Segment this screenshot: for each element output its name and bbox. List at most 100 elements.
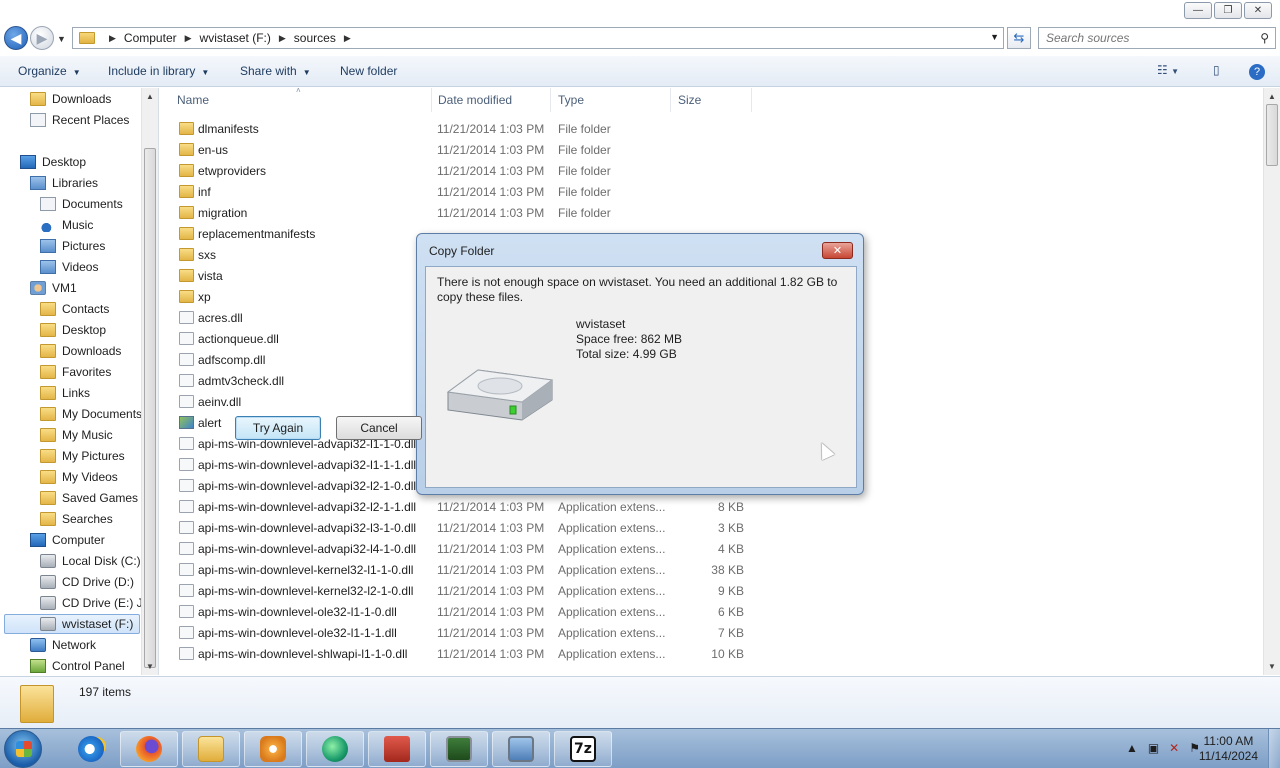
file-row[interactable]: api-ms-win-downlevel-advapi32-l3-1-0.dll… [169,518,1249,539]
address-dropdown-icon[interactable]: ▼ [990,32,999,42]
nav-item-network[interactable]: Network [30,635,96,655]
taskbar-app-media-player[interactable] [244,731,302,767]
nav-item-control-panel[interactable]: Control Panel [30,656,125,675]
taskbar-app-toolbox[interactable] [368,731,426,767]
help-button[interactable]: ? [1249,64,1265,80]
file-row[interactable]: api-ms-win-downlevel-kernel32-l1-1-0.dll… [169,560,1249,581]
nav-item-computer[interactable]: Computer [30,530,105,550]
scrollbar-thumb[interactable] [144,148,156,668]
address-bar[interactable]: ▶ Computer ▶ wvistaset (F:) ▶ sources ▶ … [72,27,1004,49]
scroll-up-icon[interactable]: ▲ [146,92,154,101]
search-box[interactable]: ⚲ [1038,27,1276,49]
nav-item-videos[interactable]: Videos [40,257,98,277]
nav-item-recent-places[interactable]: Recent Places [30,110,129,130]
file-row[interactable]: etwproviders 11/21/2014 1:03 PM File folde… [169,161,1249,182]
nav-item-vm1[interactable]: VM1 [30,278,77,298]
start-button[interactable] [4,730,42,768]
nav-item-my-music[interactable]: My Music [40,425,113,445]
taskbar-app-green-globe[interactable] [306,731,364,767]
show-desktop-button[interactable] [1268,729,1280,768]
dialog-close-button[interactable]: ✕ [822,242,853,259]
breadcrumb-chevron-icon[interactable]: ▶ [279,33,286,44]
taskbar-app-firefox[interactable] [120,731,178,767]
taskbar-app-system-monitor[interactable] [430,731,488,767]
file-row[interactable]: api-ms-win-downlevel-ole32-l1-1-1.dll 11/… [169,623,1249,644]
breadcrumb-sources[interactable]: sources [294,31,336,45]
file-row[interactable]: api-ms-win-downlevel-advapi32-l4-1-0.dll… [169,539,1249,560]
nav-item-contacts[interactable]: Contacts [40,299,109,319]
dll-file-icon [179,521,194,534]
file-row[interactable]: migration 11/21/2014 1:03 PM File folder [169,203,1249,224]
nav-item-user-desktop[interactable]: Desktop [40,320,106,340]
preview-pane-button[interactable]: ▯ [1213,63,1220,77]
navigation-pane-scrollbar[interactable]: ▲ ▼ [141,88,158,675]
file-row[interactable]: api-ms-win-downlevel-advapi32-l2-1-1.dll… [169,497,1249,518]
nav-item-libraries[interactable]: Libraries [30,173,98,193]
forward-button[interactable]: ▶ [30,26,54,50]
volume-muted-icon[interactable]: ✕ [1169,741,1179,755]
network-tray-icon[interactable]: ▣ [1148,741,1159,755]
nav-item-saved-games[interactable]: Saved Games [40,488,138,508]
close-button[interactable]: ✕ [1244,2,1272,19]
nav-item-my-pictures[interactable]: My Pictures [40,446,125,466]
recent-pages-dropdown[interactable]: ▼ [57,34,66,44]
breadcrumb-chevron-icon[interactable]: ▶ [109,33,116,44]
file-row[interactable]: api-ms-win-downlevel-ole32-l1-1-0.dll 11/… [169,602,1249,623]
try-again-button[interactable]: Try Again [235,416,321,440]
caption-buttons: — ❐ ✕ [1184,2,1272,19]
nav-item-wvistaset-f[interactable]: wvistaset (F:) [4,614,140,634]
nav-item-user-downloads[interactable]: Downloads [40,341,121,361]
scroll-up-icon[interactable]: ▲ [1268,92,1276,101]
nav-item-links[interactable]: Links [40,383,90,403]
share-with-menu[interactable]: Share with ▼ [240,64,311,78]
desktop-icon [20,155,36,169]
breadcrumb-computer[interactable]: Computer [124,31,177,45]
back-button[interactable]: ◀ [4,26,28,50]
scroll-down-icon[interactable]: ▼ [146,662,154,671]
column-header-size[interactable]: Size [670,88,752,112]
new-folder-button[interactable]: New folder [340,64,397,78]
nav-item-my-documents[interactable]: My Documents [40,404,142,424]
file-list-scrollbar[interactable]: ▲ ▼ [1263,88,1280,675]
organize-menu[interactable]: Organize ▼ [18,64,81,78]
taskbar-app-computer-network[interactable] [492,731,550,767]
change-view-button[interactable]: ☷ ▼ [1157,63,1179,77]
nav-item-cd-drive-e[interactable]: CD Drive (E:) J_ [40,593,149,613]
search-input[interactable] [1046,31,1246,45]
nav-item-downloads[interactable]: Downloads [30,89,111,109]
nav-item-desktop[interactable]: Desktop [20,152,86,172]
file-row[interactable]: api-ms-win-downlevel-kernel32-l2-1-0.dll… [169,581,1249,602]
breadcrumb-chevron-icon[interactable]: ▶ [185,33,192,44]
file-row[interactable]: en-us 11/21/2014 1:03 PM File folder [169,140,1249,161]
taskbar-app-internet-explorer[interactable] [62,731,120,767]
column-header-type[interactable]: Type [550,88,671,112]
system-clock[interactable]: 11:00 AM 11/14/2024 [1199,734,1258,764]
nav-item-searches[interactable]: Searches [40,509,113,529]
nav-item-cd-drive-d[interactable]: CD Drive (D:) [40,572,134,592]
scroll-down-icon[interactable]: ▼ [1268,662,1276,671]
copy-folder-dialog: Copy Folder ✕ There is not enough space … [235,233,864,495]
breadcrumb-chevron-icon[interactable]: ▶ [344,33,351,44]
scrollbar-thumb[interactable] [1266,104,1278,166]
folder-icon [179,269,194,282]
minimize-button[interactable]: — [1184,2,1212,19]
maximize-button[interactable]: ❐ [1214,2,1242,19]
nav-item-pictures[interactable]: Pictures [40,236,105,256]
breadcrumb-drive[interactable]: wvistaset (F:) [200,31,271,45]
nav-item-my-videos[interactable]: My Videos [40,467,118,487]
nav-item-local-disk-c[interactable]: Local Disk (C:) [40,551,141,571]
taskbar-app-7zip[interactable]: 7z [554,731,612,767]
file-row[interactable]: dlmanifests 11/21/2014 1:03 PM File folder [169,119,1249,140]
include-in-library-menu[interactable]: Include in library ▼ [108,64,209,78]
refresh-button[interactable]: ⇆ [1007,27,1031,49]
nav-item-documents[interactable]: Documents [40,194,123,214]
nav-item-music[interactable]: Music [40,215,93,235]
column-header-date-modified[interactable]: Date modified [430,88,551,112]
search-icon[interactable]: ⚲ [1260,31,1269,45]
taskbar-app-windows-explorer[interactable] [182,731,240,767]
nav-item-favorites[interactable]: Favorites [40,362,111,382]
show-hidden-icons-button[interactable]: ▲ [1126,741,1138,755]
cancel-button[interactable]: Cancel [336,416,422,440]
file-row[interactable]: api-ms-win-downlevel-shlwapi-l1-1-0.dll 1… [169,644,1249,665]
file-row[interactable]: inf 11/21/2014 1:03 PM File folder [169,182,1249,203]
